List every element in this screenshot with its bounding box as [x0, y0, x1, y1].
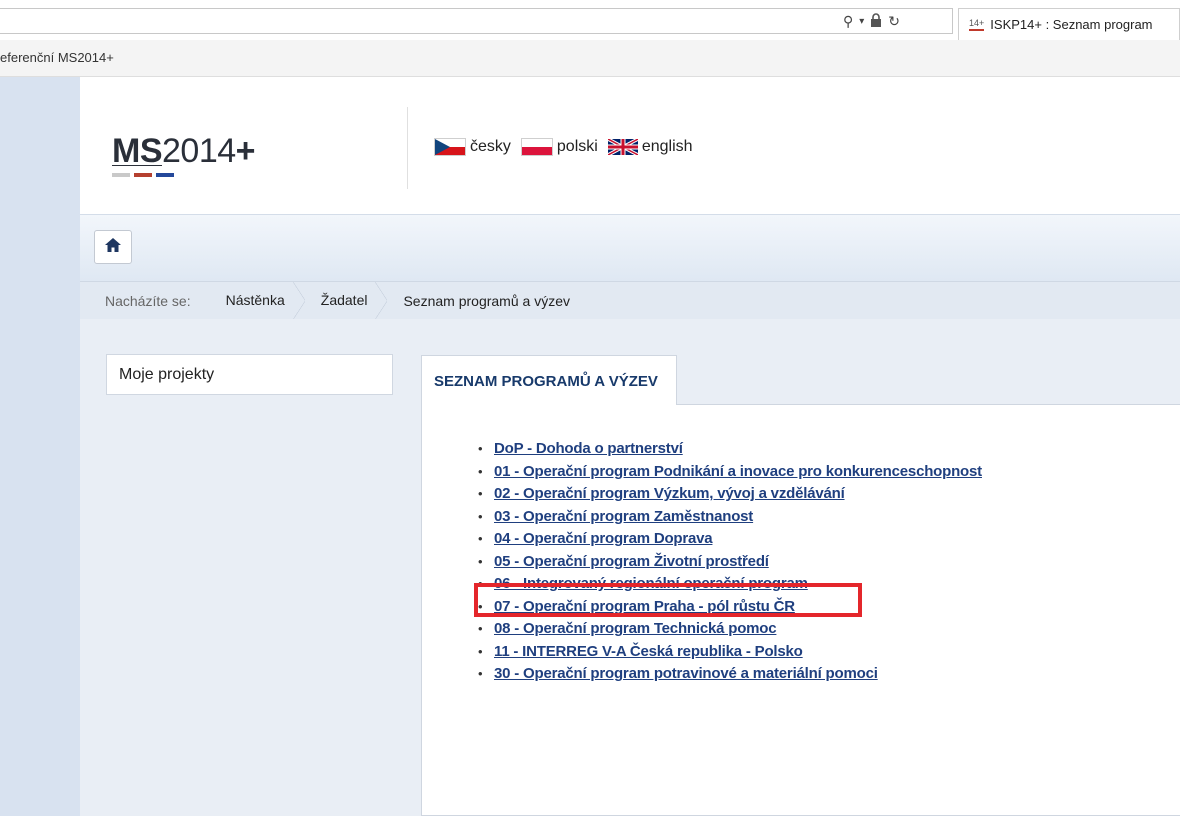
list-item: 05 - Operační program Životní prostředí — [478, 551, 982, 574]
lang-english-label: english — [641, 138, 693, 155]
lang-polish-label: polski — [556, 138, 598, 155]
cz-flag-icon — [434, 138, 466, 156]
lang-czech[interactable]: česky — [434, 138, 511, 156]
program-link-02[interactable]: 02 - Operační program Výzkum, vývoj a vz… — [494, 485, 845, 502]
tab-title: ISKP14+ : Seznam program — [990, 17, 1153, 32]
breadcrumb-item-nastenka[interactable]: Nástěnka — [209, 282, 305, 319]
program-link-30[interactable]: 30 - Operační program potravinové a mate… — [494, 665, 878, 682]
favorites-bar: eferenční MS2014+ — [0, 40, 1180, 77]
ms2014-logo[interactable]: MS2014+ — [112, 132, 256, 177]
left-sidebar-strip — [0, 77, 81, 816]
logo-bar-blue — [156, 173, 174, 177]
list-item: 08 - Operační program Technická pomoc — [478, 618, 982, 641]
list-item: 03 - Operační program Zaměstnanost — [478, 506, 982, 529]
list-item: 04 - Operační program Doprava — [478, 528, 982, 551]
toolbar — [80, 214, 1180, 281]
home-button[interactable] — [94, 230, 132, 264]
program-link-06[interactable]: 06 - Integrovaný regionální operační pro… — [494, 575, 808, 592]
site-header: MS2014+ česky polski english — [80, 77, 1180, 214]
favorites-item[interactable]: eferenční MS2014+ — [0, 50, 114, 65]
list-item: 11 - INTERREG V-A Česká republika - Pols… — [478, 641, 982, 664]
program-link-03[interactable]: 03 - Operační program Zaměstnanost — [494, 508, 753, 525]
header-divider — [407, 107, 408, 189]
logo-bold-text: MS — [112, 132, 163, 170]
logo-bars — [112, 173, 255, 177]
program-link-01[interactable]: 01 - Operační program Podnikání a inovac… — [494, 463, 982, 480]
lang-polish[interactable]: polski — [520, 138, 598, 156]
lang-czech-label: česky — [470, 138, 511, 155]
logo-plus-text: + — [235, 132, 256, 170]
logo-year-text: 2014 — [162, 132, 236, 170]
logo-bar-gray — [112, 173, 130, 177]
tab-favicon-icon: 14+ — [969, 18, 985, 31]
list-item: DoP - Dohoda o partnerství — [478, 438, 982, 461]
content-area: Moje projekty SEZNAM PROGRAMŮ A VÝZEV Do… — [80, 319, 1180, 816]
dropdown-arrow-icon[interactable]: ▾ — [859, 16, 864, 27]
breadcrumb: Nacházíte se: Nástěnka Žadatel Seznam pr… — [80, 281, 1180, 320]
url-field[interactable] — [0, 8, 953, 34]
uk-flag-icon — [607, 139, 638, 155]
browser-address-bar: ⚲ ▾ ↻ 14+ ISKP14+ : Seznam program — [0, 0, 1180, 41]
browser-tab[interactable]: 14+ ISKP14+ : Seznam program — [958, 8, 1180, 40]
lock-icon[interactable] — [870, 12, 882, 30]
program-list: DoP - Dohoda o partnerství 01 - Operační… — [478, 438, 982, 686]
moje-projekty-link[interactable]: Moje projekty — [106, 354, 393, 395]
list-item: 07 - Operační program Praha - pól růstu … — [478, 596, 982, 619]
search-icon[interactable]: ⚲ — [843, 13, 853, 30]
programs-panel: DoP - Dohoda o partnerství 01 - Operační… — [421, 404, 1180, 816]
tab-seznam-programu[interactable]: SEZNAM PROGRAMŮ A VÝZEV — [421, 355, 677, 405]
program-link-05[interactable]: 05 - Operační program Životní prostředí — [494, 553, 769, 570]
program-link-11[interactable]: 11 - INTERREG V-A Česká republika - Pols… — [494, 643, 803, 660]
breadcrumb-current: Seznam programů a výzev — [403, 292, 570, 309]
program-link-07[interactable]: 07 - Operační program Praha - pól růstu … — [494, 598, 795, 615]
breadcrumb-item-zadatel[interactable]: Žadatel — [305, 282, 388, 319]
list-item: 30 - Operační program potravinové a mate… — [478, 663, 982, 686]
list-item: 02 - Operační program Výzkum, vývoj a vz… — [478, 483, 982, 506]
list-item: 06 - Integrovaný regionální operační pro… — [478, 573, 982, 596]
refresh-icon[interactable]: ↻ — [888, 13, 900, 30]
pl-flag-icon — [520, 138, 553, 156]
list-item: 01 - Operační program Podnikání a inovac… — [478, 461, 982, 484]
program-link-08[interactable]: 08 - Operační program Technická pomoc — [494, 620, 777, 637]
home-icon — [104, 237, 122, 258]
program-link-04[interactable]: 04 - Operační program Doprava — [494, 530, 713, 547]
breadcrumb-prefix: Nacházíte se: — [105, 292, 191, 309]
program-link-dop[interactable]: DoP - Dohoda o partnerství — [494, 440, 683, 457]
language-switcher: česky polski english — [434, 138, 693, 156]
lang-english[interactable]: english — [607, 138, 693, 156]
logo-bar-red — [134, 173, 152, 177]
